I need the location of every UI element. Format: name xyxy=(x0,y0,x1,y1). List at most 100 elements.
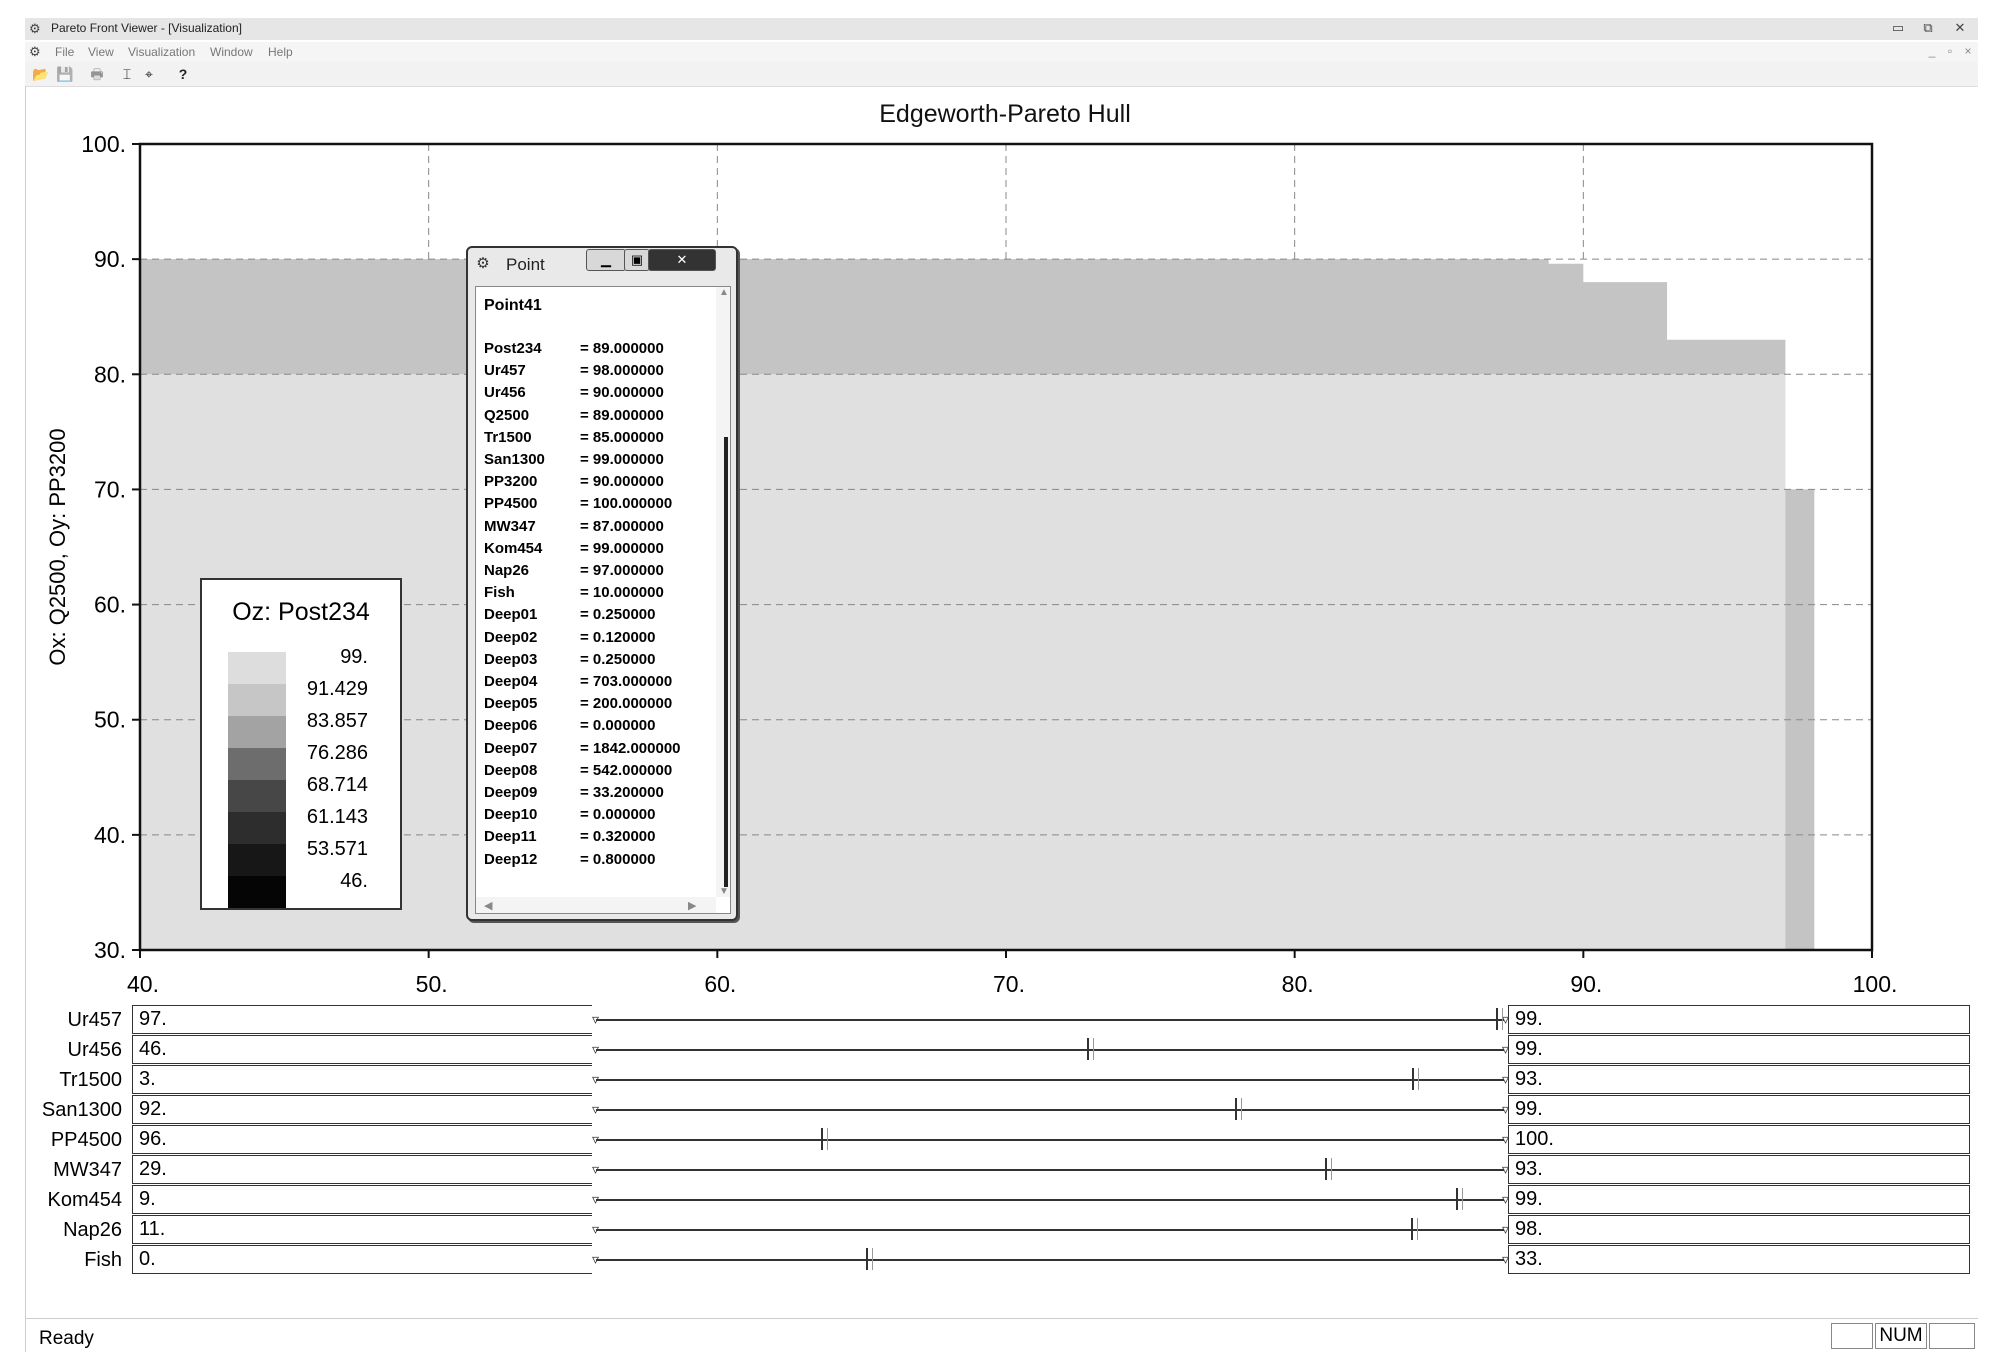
slider-min-field[interactable]: 0. xyxy=(132,1245,592,1274)
y-tick-label: 70. xyxy=(94,476,126,502)
scroll-up-icon[interactable]: ▲ xyxy=(719,287,729,298)
slider-min-field[interactable]: 92. xyxy=(132,1095,592,1124)
slider-left-handle[interactable]: ▿ xyxy=(592,1219,599,1239)
slider-left-handle[interactable]: ▿ xyxy=(592,1069,599,1089)
slider-max-field[interactable]: 99. xyxy=(1508,1005,1970,1034)
slider-left-handle[interactable]: ▿ xyxy=(592,1249,599,1269)
slider-min-field[interactable]: 46. xyxy=(132,1035,592,1064)
slider-track[interactable]: ▿ ▿ xyxy=(592,1185,1509,1214)
slider-row: Tr1500 3. ▿ ▿ 93. xyxy=(30,1065,1970,1095)
slider-min-field[interactable]: 96. xyxy=(132,1125,592,1154)
x-axis-ticks: 40. 50. 60. 70. 80. 90. 100. xyxy=(127,950,1897,997)
vertical-scrollbar[interactable]: ▲ ▼ xyxy=(716,287,730,897)
slider-thumb[interactable] xyxy=(1455,1188,1463,1210)
slider-line xyxy=(596,1229,1504,1231)
scroll-right-icon[interactable]: ▶ xyxy=(688,899,696,912)
slider-thumb[interactable] xyxy=(1325,1158,1332,1180)
dialog-close-button[interactable]: ✕ xyxy=(648,249,716,271)
attribute-value: = 99.000000 xyxy=(580,539,664,557)
slider-left-handle[interactable]: ▿ xyxy=(592,1159,599,1179)
scroll-down-icon[interactable]: ▼ xyxy=(719,886,729,897)
horizontal-scrollbar[interactable]: ◀ ▶ xyxy=(476,897,716,913)
attribute-name: Deep10 xyxy=(484,806,538,824)
x-tick-label: 40. xyxy=(127,971,159,997)
slider-min-field[interactable]: 11. xyxy=(132,1215,592,1244)
slider-line xyxy=(596,1109,1504,1111)
attribute-name: Tr1500 xyxy=(484,428,532,446)
slider-min-field[interactable]: 9. xyxy=(132,1185,592,1214)
dialog-minimize-button[interactable]: ▁ xyxy=(586,249,626,271)
slider-thumb[interactable] xyxy=(1235,1098,1242,1120)
slider-row: San1300 92. ▿ ▿ 99. xyxy=(30,1095,1970,1125)
slider-thumb[interactable] xyxy=(866,1248,873,1270)
legend-swatch xyxy=(228,652,286,684)
criterion-name: MW347 xyxy=(53,1159,122,1181)
slider-row: PP4500 96. ▿ ▿ 100. xyxy=(30,1125,1970,1155)
attribute-name: PP3200 xyxy=(484,473,538,491)
slider-line xyxy=(596,1019,1504,1021)
slider-row: Fish 0. ▿ ▿ 33. xyxy=(30,1245,1970,1275)
slider-left-handle[interactable]: ▿ xyxy=(592,1009,599,1029)
slider-min-field[interactable]: 29. xyxy=(132,1155,592,1184)
slider-line xyxy=(596,1139,1504,1141)
slider-max-field[interactable]: 99. xyxy=(1508,1185,1970,1214)
attribute-name: PP4500 xyxy=(484,495,538,513)
legend-level-label: 53.571 xyxy=(306,838,368,860)
slider-max-field[interactable]: 33. xyxy=(1508,1245,1970,1274)
point-dialog[interactable]: ⚙ Point ▁ ▣ ✕ Point41 Post234 = 89.000000… xyxy=(466,246,738,921)
dialog-maximize-button[interactable]: ▣ xyxy=(624,249,650,271)
slider-track[interactable]: ▿ ▿ xyxy=(592,1155,1509,1184)
slider-min-field[interactable]: 97. xyxy=(132,1005,592,1034)
slider-track[interactable]: ▿ ▿ xyxy=(592,1065,1509,1094)
slider-left-handle[interactable]: ▿ xyxy=(592,1039,599,1059)
slider-left-handle[interactable]: ▿ xyxy=(592,1189,599,1209)
attribute-name: Deep06 xyxy=(484,717,538,735)
attribute-name: Ur456 xyxy=(484,384,526,402)
slider-track[interactable]: ▿ ▿ xyxy=(592,1095,1509,1124)
slider-max-field[interactable]: 93. xyxy=(1508,1155,1970,1184)
attribute-name: Kom454 xyxy=(484,539,543,557)
attribute-value: = 0.000000 xyxy=(580,806,656,824)
slider-max-field[interactable]: 98. xyxy=(1508,1215,1970,1244)
y-tick-label: 80. xyxy=(94,361,126,387)
slider-thumb[interactable] xyxy=(821,1128,828,1150)
slider-track[interactable]: ▿ ▿ xyxy=(592,1245,1509,1274)
slider-min-field[interactable]: 3. xyxy=(132,1065,592,1094)
slider-left-handle[interactable]: ▿ xyxy=(592,1099,599,1119)
slider-track[interactable]: ▿ ▿ xyxy=(592,1005,1509,1034)
slider-max-field[interactable]: 99. xyxy=(1508,1095,1970,1124)
scrollbar-thumb[interactable] xyxy=(724,437,728,887)
legend-level-label: 91.429 xyxy=(306,678,368,700)
slider-max-field[interactable]: 93. xyxy=(1508,1065,1970,1094)
attribute-value: = 90.000000 xyxy=(580,473,664,491)
scroll-left-icon[interactable]: ◀ xyxy=(484,899,492,912)
attribute-value: = 10.000000 xyxy=(580,584,664,602)
slider-track[interactable]: ▿ ▿ xyxy=(592,1215,1509,1244)
slider-thumb[interactable] xyxy=(1496,1008,1503,1030)
slider-row: MW347 29. ▿ ▿ 93. xyxy=(30,1155,1970,1185)
slider-thumb[interactable] xyxy=(1412,1068,1420,1090)
attribute-name: Nap26 xyxy=(484,562,530,579)
y-tick-label: 90. xyxy=(94,246,126,272)
attribute-value: = 90.000000 xyxy=(580,384,664,402)
y-tick-label: 50. xyxy=(94,707,126,733)
slider-max-field[interactable]: 99. xyxy=(1508,1035,1970,1064)
point-details-list[interactable]: Point41 Post234 = 89.000000 Ur457 = 98.0000… xyxy=(475,286,731,914)
point-id: Point41 xyxy=(484,297,542,314)
attribute-value: = 0.000000 xyxy=(580,717,656,735)
legend-swatch xyxy=(228,780,286,812)
legend-level-label: 76.286 xyxy=(306,742,368,764)
x-tick-label: 80. xyxy=(1282,971,1314,997)
legend-level-label: 99. xyxy=(340,646,368,668)
attribute-name: Deep05 xyxy=(484,695,538,713)
slider-track[interactable]: ▿ ▿ xyxy=(592,1035,1509,1064)
slider-thumb[interactable] xyxy=(1410,1218,1418,1240)
attribute-value: = 89.000000 xyxy=(580,406,664,424)
criterion-name: Kom454 xyxy=(47,1189,123,1211)
legend-swatch xyxy=(228,748,286,780)
slider-left-handle[interactable]: ▿ xyxy=(592,1129,599,1149)
slider-max-field[interactable]: 100. xyxy=(1508,1125,1970,1154)
slider-track[interactable]: ▿ ▿ xyxy=(592,1125,1509,1154)
legend-title: Oz: Post234 xyxy=(232,598,370,626)
slider-thumb[interactable] xyxy=(1086,1038,1094,1060)
